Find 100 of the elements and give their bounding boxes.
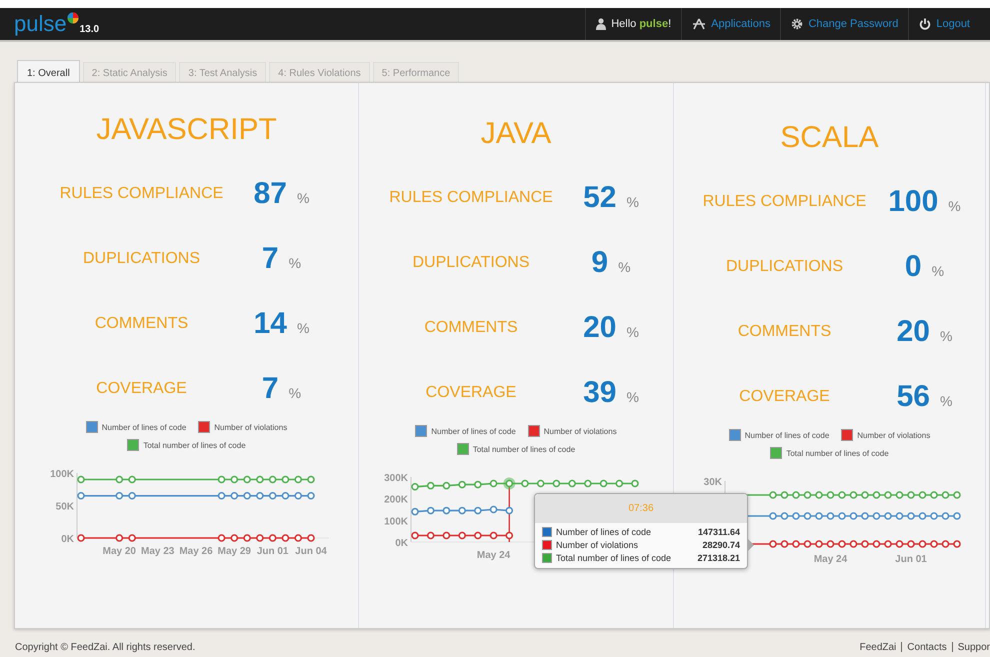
point	[490, 532, 498, 540]
metric-value: 87	[254, 176, 287, 210]
version-label: 13.0	[80, 24, 100, 36]
legend-label: Number of violations	[214, 422, 288, 432]
tooltip-value: 147311.64	[698, 527, 740, 537]
percent-sign: %	[932, 262, 944, 278]
point	[458, 480, 466, 488]
metric-value: 7	[262, 372, 279, 406]
metric-value: 7	[262, 242, 279, 276]
point	[256, 534, 264, 542]
metric-value: 9	[591, 246, 608, 280]
tab[interactable]: 2: Static Analysis	[82, 62, 176, 82]
axis-tick-label: 50K	[55, 502, 74, 512]
nav-link[interactable]: Change Password	[808, 18, 898, 30]
axis-tick-label: 200K	[384, 494, 408, 506]
percent-sign: %	[948, 198, 961, 214]
point	[490, 506, 498, 514]
metric-value: 56	[896, 380, 930, 414]
tab[interactable]: 4: Rules Violations	[269, 62, 370, 82]
legend-label: Number of violations	[544, 426, 617, 436]
metric-value: 100	[888, 184, 938, 218]
point	[426, 482, 434, 490]
axis-tick-label: Jun 01	[256, 546, 288, 557]
point	[217, 476, 225, 484]
point	[442, 506, 450, 514]
percent-sign: %	[288, 254, 302, 270]
point	[128, 476, 136, 484]
footer-link[interactable]: FeedZai	[860, 642, 896, 652]
metric-label: COVERAGE	[95, 380, 188, 398]
point	[584, 480, 592, 488]
point	[411, 483, 419, 490]
axis-tick-label: May 24	[476, 550, 510, 561]
axis-tick-label: 300K	[384, 473, 408, 484]
axis-tick-label: 0K	[395, 538, 408, 549]
percent-sign: %	[626, 388, 639, 404]
point	[76, 476, 84, 484]
axis-tick-label: 100K	[384, 516, 408, 528]
footer-link[interactable]: Suppor	[958, 642, 990, 652]
nav-link[interactable]: Logout	[936, 18, 970, 30]
metric-label: COVERAGE	[424, 384, 518, 402]
tab[interactable]: 1: Overall	[17, 60, 80, 82]
point	[256, 492, 264, 500]
point	[506, 532, 514, 540]
footer-link[interactable]: Contacts	[907, 642, 947, 652]
metric-value: 20	[583, 310, 616, 344]
metric-label: RULES COMPLIANCE	[58, 184, 224, 202]
axis-tick-label: 100K	[50, 469, 74, 480]
axis-tick-label: May 20	[102, 546, 136, 557]
point	[426, 506, 434, 514]
point	[306, 534, 314, 542]
tab[interactable]: 5: Performance	[372, 62, 460, 82]
point	[115, 492, 123, 500]
metric-label: DUPLICATIONS	[82, 250, 202, 268]
metric-label: COMMENTS	[736, 322, 832, 340]
percent-sign: %	[940, 328, 952, 344]
point	[616, 480, 624, 488]
metric-label: RULES COMPLIANCE	[702, 192, 868, 210]
point	[506, 506, 514, 514]
point	[268, 476, 276, 484]
point	[230, 534, 238, 542]
point	[128, 534, 136, 542]
percent-sign: %	[626, 324, 639, 340]
point	[474, 506, 482, 514]
point	[306, 492, 314, 500]
axis-tick-label: May 24	[813, 554, 847, 565]
point	[474, 480, 482, 488]
tooltip-value: 271318.21	[697, 553, 740, 563]
metric-label: COMMENTS	[423, 318, 519, 336]
language-title: JAVA	[480, 117, 552, 151]
copyright-text: Copyright © FeedZai. All rights reserved.	[15, 642, 196, 652]
point	[115, 476, 123, 484]
point	[552, 480, 560, 488]
percent-sign: %	[296, 320, 310, 336]
power-icon	[919, 18, 932, 30]
legend-label: Total number of lines of code	[143, 440, 246, 450]
point	[256, 476, 264, 484]
tab[interactable]: 3: Test Analysis	[179, 62, 266, 82]
point	[115, 534, 123, 542]
legend-label: Number of violations	[857, 430, 930, 440]
compass-icon	[692, 18, 706, 30]
percent-sign: %	[288, 384, 302, 400]
tooltip-label: Number of violations	[556, 540, 640, 550]
percent-sign: %	[296, 190, 310, 206]
nav-link[interactable]: Applications	[711, 18, 770, 30]
metric-value: 14	[254, 306, 287, 340]
metric-value: 20	[896, 314, 930, 348]
percent-sign: %	[618, 258, 631, 274]
metric-label: DUPLICATIONS	[411, 254, 531, 272]
logo-text: pulse	[14, 12, 67, 36]
axis-tick-label: May 29	[217, 546, 251, 557]
tooltip-time: 07:36	[535, 494, 747, 523]
point	[294, 476, 302, 484]
metric-value: 0	[904, 250, 922, 284]
point	[568, 480, 576, 488]
metric-label: COMMENTS	[94, 314, 190, 332]
legend-label: Number of lines of code	[744, 430, 830, 440]
language-title: SCALA	[780, 121, 879, 155]
axis-tick-label: May 23	[140, 546, 174, 557]
tooltip-label: Total number of lines of code	[556, 553, 672, 563]
metric-label: DUPLICATIONS	[724, 258, 844, 276]
